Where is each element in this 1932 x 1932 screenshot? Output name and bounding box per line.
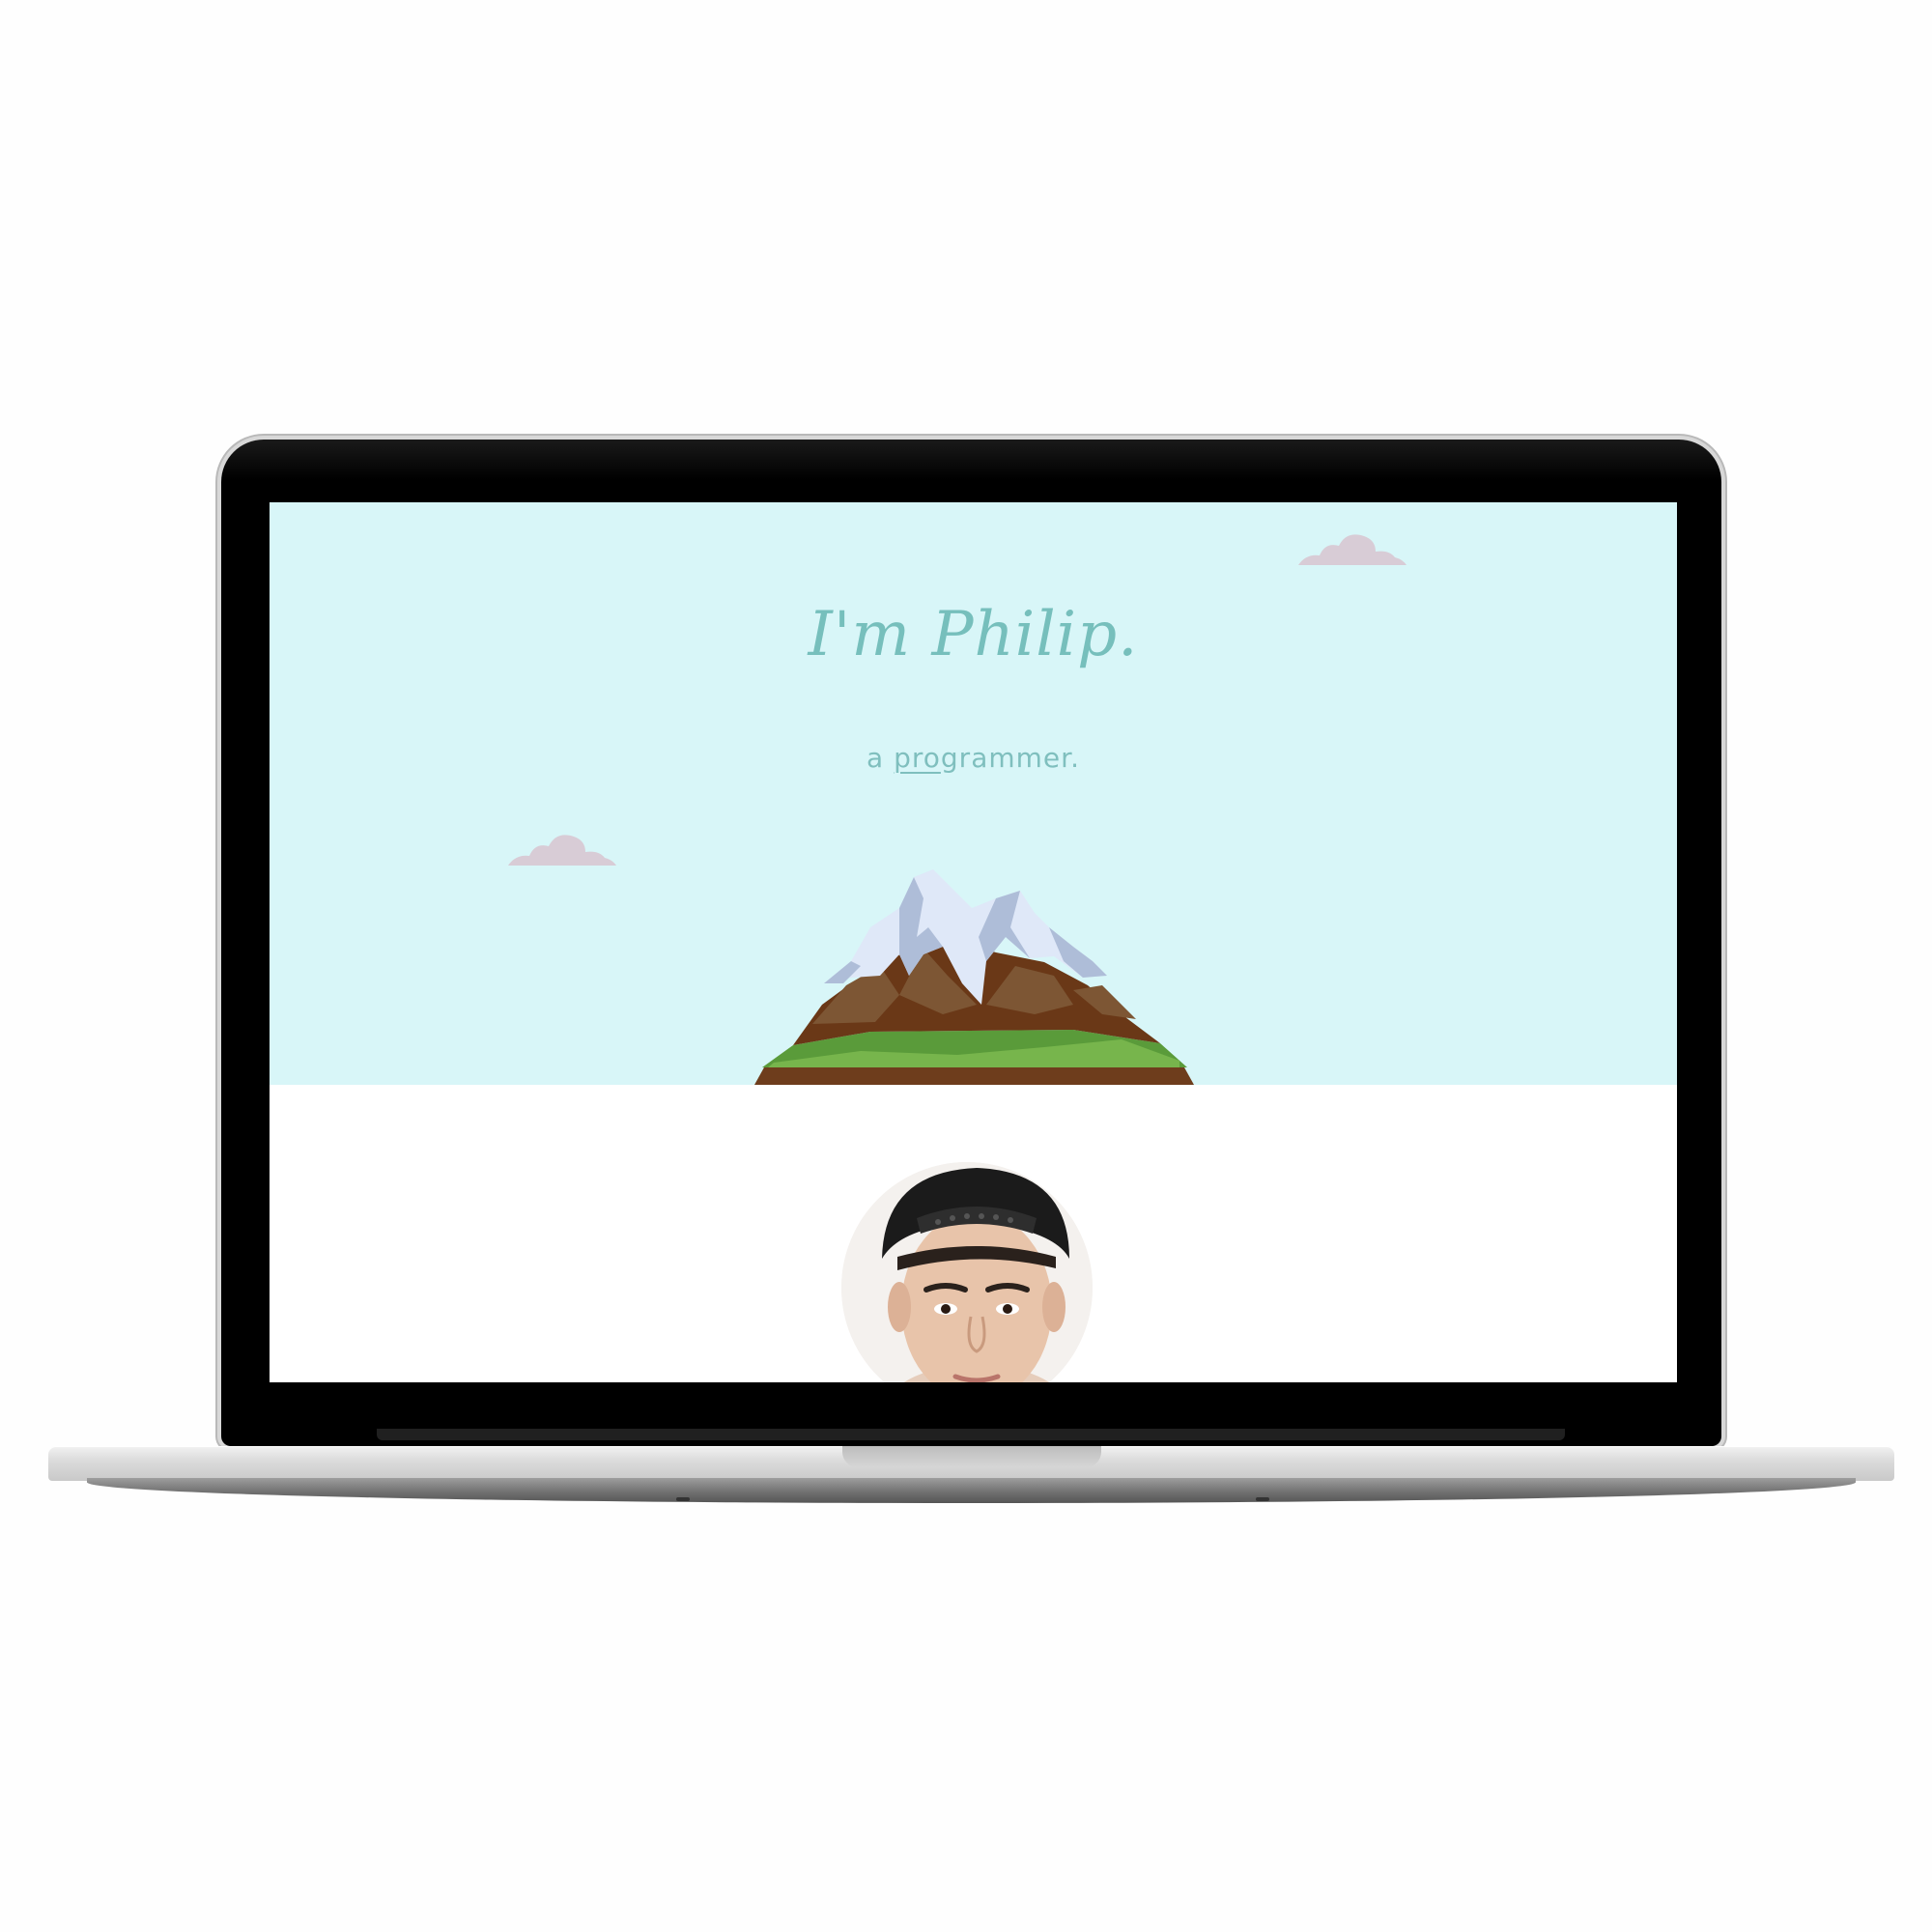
role-prefix: a xyxy=(867,742,895,774)
product-mockup: I'm Philip. a programmer. xyxy=(0,0,1932,1932)
laptop-base-edge xyxy=(87,1478,1856,1503)
hero-section: I'm Philip. a programmer. xyxy=(270,502,1677,1085)
cloud-icon xyxy=(508,835,616,866)
role-rest: grammer. xyxy=(940,742,1080,774)
mountain-icon xyxy=(754,869,1194,1085)
hero-greeting: I'm Philip. xyxy=(808,599,1139,670)
profile-photo xyxy=(841,1162,1093,1382)
laptop-foot xyxy=(1256,1497,1269,1501)
role-underlined: pro xyxy=(894,742,941,774)
hero-role: a programmer. xyxy=(270,742,1677,774)
laptop-thumb-notch xyxy=(842,1446,1101,1467)
cloud-icon xyxy=(1298,534,1406,565)
laptop-screen: I'm Philip. a programmer. xyxy=(270,502,1677,1382)
laptop-hinge xyxy=(377,1429,1565,1440)
laptop-foot xyxy=(676,1497,690,1501)
person-image xyxy=(841,1162,1093,1382)
about-section xyxy=(270,1085,1677,1382)
